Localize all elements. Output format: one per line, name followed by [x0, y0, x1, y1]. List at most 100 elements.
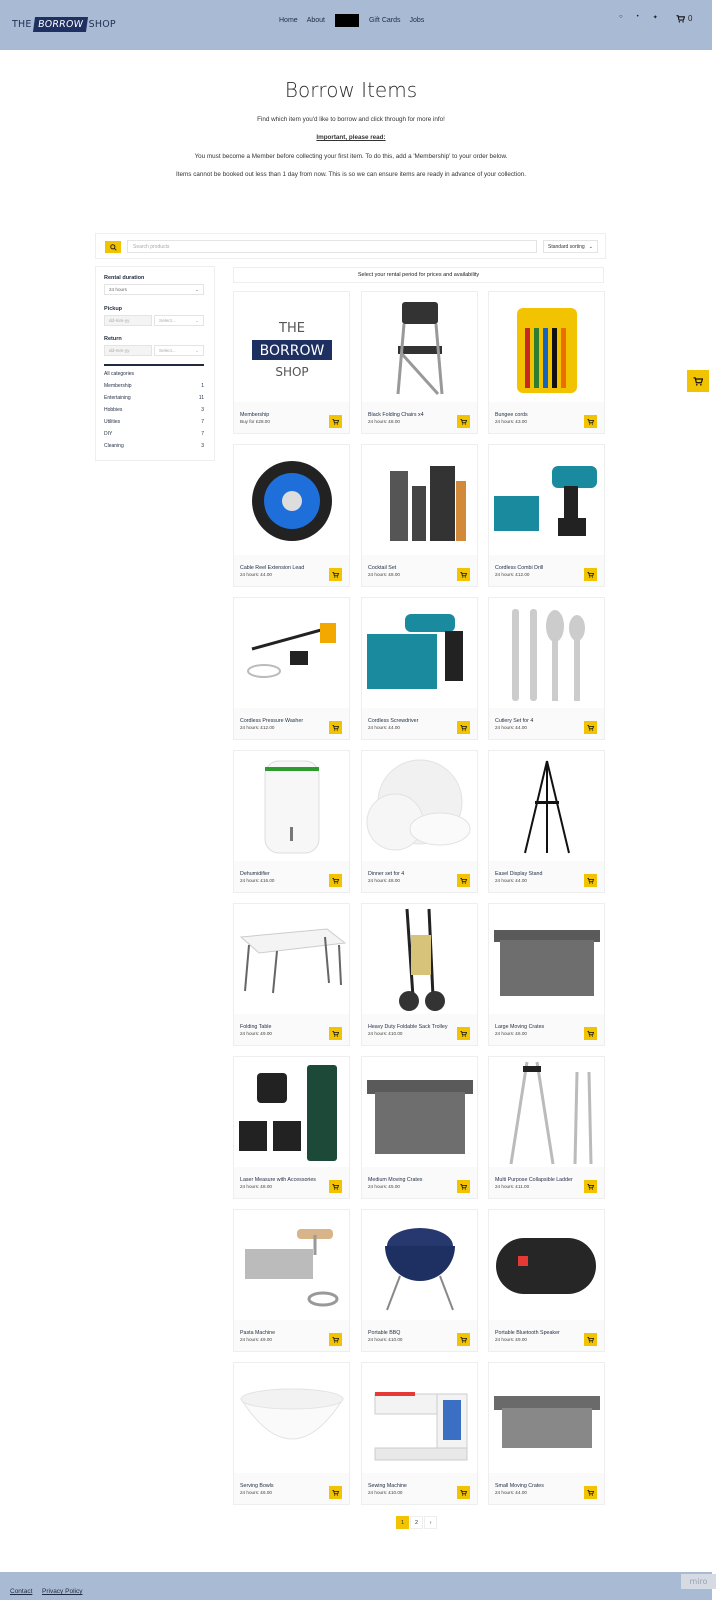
add-to-cart-button[interactable] — [457, 1027, 470, 1040]
cable-reel-image[interactable] — [236, 447, 347, 555]
product-name[interactable]: Sewing Machine — [368, 1483, 407, 1489]
search-input[interactable]: Search products — [127, 240, 537, 253]
product-name[interactable]: Large Moving Crates — [495, 1024, 544, 1030]
product-card[interactable]: Serving Bowls 24 hours: £6.00 — [233, 1362, 350, 1505]
product-name[interactable]: Multi Purpose Collapsible Ladder — [495, 1177, 573, 1183]
product-name[interactable]: Portable Bluetooth Speaker — [495, 1330, 560, 1336]
product-card[interactable]: Heavy Duty Foldable Sack Trolley 24 hours… — [361, 903, 478, 1046]
nav-about[interactable]: About — [307, 17, 325, 24]
search-button[interactable] — [105, 241, 121, 253]
twitter-icon[interactable]: ✦ — [653, 14, 658, 21]
bluetooth-speaker-image[interactable] — [491, 1212, 602, 1320]
dehumidifier-image[interactable] — [236, 753, 347, 861]
combi-drill-image[interactable] — [491, 447, 602, 555]
nav-jobs[interactable]: Jobs — [410, 17, 425, 24]
add-to-cart-button[interactable] — [329, 1333, 342, 1346]
add-to-cart-button[interactable] — [329, 1027, 342, 1040]
floating-cart-button[interactable] — [687, 370, 709, 392]
product-name[interactable]: Small Moving Crates — [495, 1483, 544, 1489]
footer-privacy-link[interactable]: Privacy Policy — [42, 1588, 82, 1595]
product-name[interactable]: Cordless Combi Drill — [495, 565, 543, 571]
pressure-washer-image[interactable] — [236, 600, 347, 708]
add-to-cart-button[interactable] — [329, 1486, 342, 1499]
nav-gift-cards[interactable]: Gift Cards — [369, 17, 401, 24]
add-to-cart-button[interactable] — [329, 568, 342, 581]
add-to-cart-button[interactable] — [457, 1333, 470, 1346]
product-name[interactable]: Pasta Machine — [240, 1330, 275, 1336]
product-card[interactable]: Portable BBQ 24 hours: £10.00 — [361, 1209, 478, 1352]
return-date-input[interactable]: dd-mm-yy — [104, 345, 152, 356]
add-to-cart-button[interactable] — [329, 415, 342, 428]
instagram-icon[interactable]: ○ — [619, 14, 623, 21]
add-to-cart-button[interactable] — [329, 1180, 342, 1193]
product-name[interactable]: Laser Measure with Accessories — [240, 1177, 316, 1183]
small-crate-image[interactable] — [491, 1365, 602, 1473]
site-logo[interactable]: THE BORROW SHOP — [12, 13, 116, 35]
product-name[interactable]: Cocktail Set — [368, 565, 396, 571]
product-name[interactable]: Bungee cords — [495, 412, 528, 418]
sort-select[interactable]: Standard sorting ⌄ — [543, 240, 598, 253]
footer-contact-link[interactable]: Contact — [10, 1588, 32, 1595]
product-card[interactable]: Cordless Screwdriver 24 hours: £4.00 — [361, 597, 478, 740]
product-name[interactable]: Cordless Pressure Washer — [240, 718, 303, 724]
chevron-right-icon[interactable]: › — [424, 1516, 437, 1529]
add-to-cart-button[interactable] — [584, 415, 597, 428]
product-name[interactable]: Cable Reel Extension Lead — [240, 565, 304, 571]
product-name[interactable]: Folding Table — [240, 1024, 271, 1030]
product-card[interactable]: Cordless Pressure Washer 24 hours: £12.00 — [233, 597, 350, 740]
bungee-cords-image[interactable] — [491, 294, 602, 402]
product-card[interactable]: Cocktail Set 24 hours: £8.00 — [361, 444, 478, 587]
cutlery-image[interactable] — [491, 600, 602, 708]
category-item[interactable]: Membership 1 — [104, 383, 204, 389]
product-name[interactable]: Easel Display Stand — [495, 871, 542, 877]
add-to-cart-button[interactable] — [457, 415, 470, 428]
product-card[interactable]: Bungee cords 24 hours: £3.00 — [488, 291, 605, 434]
add-to-cart-button[interactable] — [457, 568, 470, 581]
add-to-cart-button[interactable] — [457, 1180, 470, 1193]
medium-crate-image[interactable] — [364, 1059, 475, 1167]
easel-stand-image[interactable] — [491, 753, 602, 861]
add-to-cart-button[interactable] — [329, 874, 342, 887]
product-name[interactable]: Serving Bowls — [240, 1483, 274, 1489]
serving-bowl-image[interactable] — [236, 1365, 347, 1473]
collapsible-ladder-image[interactable] — [491, 1059, 602, 1167]
large-crate-image[interactable] — [491, 906, 602, 1014]
sack-trolley-image[interactable] — [364, 906, 475, 1014]
cordless-screwdriver-image[interactable] — [364, 600, 475, 708]
cocktail-set-image[interactable] — [364, 447, 475, 555]
folding-table-image[interactable] — [236, 906, 347, 1014]
category-item[interactable]: Entertaining 11 — [104, 395, 204, 401]
product-card[interactable]: Sewing Machine 24 hours: £10.00 — [361, 1362, 478, 1505]
category-item[interactable]: Cleaning 3 — [104, 443, 204, 449]
pasta-machine-image[interactable] — [236, 1212, 347, 1320]
add-to-cart-button[interactable] — [584, 721, 597, 734]
product-card[interactable]: Laser Measure with Accessories 24 hours: … — [233, 1056, 350, 1199]
pickup-time-select[interactable]: Select... ⌄ — [154, 315, 204, 326]
product-card[interactable]: Dinner set for 4 24 hours: £8.00 — [361, 750, 478, 893]
product-name[interactable]: Black Folding Chairs x4 — [368, 412, 424, 418]
product-name[interactable]: Heavy Duty Foldable Sack Trolley — [368, 1024, 448, 1030]
rental-duration-select[interactable]: 24 hours ⌄ — [104, 284, 204, 295]
product-name[interactable]: Dehumidifier — [240, 871, 270, 877]
product-card[interactable]: Cable Reel Extension Lead 24 hours: £4.00 — [233, 444, 350, 587]
facebook-icon[interactable]: • — [637, 14, 639, 21]
add-to-cart-button[interactable] — [457, 721, 470, 734]
product-name[interactable]: Cutlery Set for 4 — [495, 718, 533, 724]
product-card[interactable]: Dehumidifier 24 hours: £16.00 — [233, 750, 350, 893]
product-card[interactable]: Black Folding Chairs x4 24 hours: £8.00 — [361, 291, 478, 434]
add-to-cart-button[interactable] — [584, 568, 597, 581]
product-name[interactable]: Dinner set for 4 — [368, 871, 404, 877]
product-card[interactable]: Medium Moving Crates 24 hours: £5.00 — [361, 1056, 478, 1199]
category-item[interactable]: Hobbies 3 — [104, 407, 204, 413]
product-card[interactable]: Easel Display Stand 24 hours: £4.00 — [488, 750, 605, 893]
product-name[interactable]: Portable BBQ — [368, 1330, 400, 1336]
folding-chair-image[interactable] — [364, 294, 475, 402]
product-card[interactable]: Multi Purpose Collapsible Ladder 24 hours… — [488, 1056, 605, 1199]
add-to-cart-button[interactable] — [457, 874, 470, 887]
redacted-nav-item[interactable] — [334, 14, 359, 27]
product-card[interactable]: Portable Bluetooth Speaker 24 hours: £9.0… — [488, 1209, 605, 1352]
nav-home[interactable]: Home — [279, 17, 298, 24]
add-to-cart-button[interactable] — [584, 874, 597, 887]
sewing-machine-image[interactable] — [364, 1365, 475, 1473]
product-card[interactable]: Large Moving Crates 24 hours: £6.00 — [488, 903, 605, 1046]
